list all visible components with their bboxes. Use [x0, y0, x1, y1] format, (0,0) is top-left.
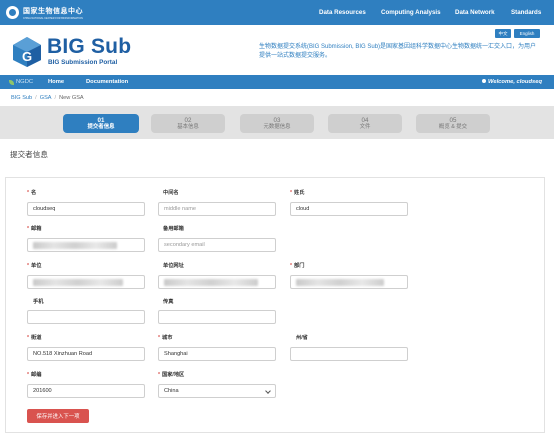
first-name-label: * 名 — [27, 190, 37, 196]
country-select[interactable]: China — [158, 384, 276, 398]
org-url-label: 单位网址 — [163, 263, 184, 269]
nav-computing-analysis[interactable]: Computing Analysis — [381, 0, 441, 25]
state-label: 州/省 — [296, 335, 308, 341]
organization-label: * 单位 — [27, 263, 42, 269]
secondary-email-label: 备用邮箱 — [163, 226, 184, 232]
last-name-input[interactable]: cloud — [290, 202, 408, 216]
department-label: * 部门 — [290, 263, 305, 269]
step-2[interactable]: 02 基本信息 — [151, 114, 225, 133]
step-3[interactable]: 03 元数据信息 — [240, 114, 314, 133]
user-icon — [481, 79, 486, 84]
banner-description: 生物数据提交系统(BIG Submission, BIG Sub)是国家基因组科… — [259, 44, 537, 59]
step-1[interactable]: 01 提交者信息 — [63, 114, 139, 133]
breadcrumb-big-sub[interactable]: BIG Sub — [11, 95, 32, 101]
phone-label: 手机 — [33, 299, 44, 305]
secondary-email-input[interactable]: secondary email — [158, 238, 276, 252]
postal-code-label: * 邮编 — [27, 372, 42, 378]
country-value: China — [164, 388, 179, 394]
nav-bar: NGDC Home Documentation Welcome, cloudse… — [0, 75, 554, 89]
app-title: BIG Sub — [47, 35, 132, 58]
big-sub-logo-icon[interactable]: G — [11, 36, 43, 68]
app-subtitle: BIG Submission Portal — [48, 59, 118, 66]
ngdc-label: NGDC — [16, 79, 34, 85]
city-label: * 城市 — [158, 335, 173, 341]
save-next-button[interactable]: 保存并进入下一项 — [27, 409, 89, 423]
city-input[interactable]: Shanghai — [158, 347, 276, 361]
redacted-org-url — [164, 278, 258, 286]
step-5[interactable]: 05 概览 & 提交 — [416, 114, 490, 133]
org-logo-icon — [6, 6, 19, 19]
nav-data-resources[interactable]: Data Resources — [319, 0, 366, 25]
org-name: 国家生物信息中心 — [23, 7, 83, 15]
welcome-text: Welcome, cloudseq — [487, 79, 542, 85]
breadcrumb-gsa[interactable]: GSA — [40, 95, 52, 101]
breadcrumb: BIG Sub / GSA / New GSA — [11, 95, 84, 101]
step-4[interactable]: 04 文件 — [328, 114, 402, 133]
redacted-department — [296, 278, 384, 286]
middle-name-input[interactable]: middle name — [158, 202, 276, 216]
chevron-down-icon — [265, 388, 271, 394]
phone-input[interactable] — [27, 310, 145, 324]
user-menu[interactable]: Welcome, cloudseq — [481, 79, 542, 85]
lang-zh-button[interactable]: 中文 — [495, 29, 511, 38]
first-name-input[interactable]: cloudseq — [27, 202, 145, 216]
organization-input[interactable] — [27, 275, 145, 289]
fax-label: 传真 — [163, 299, 174, 305]
fax-input[interactable] — [158, 310, 276, 324]
street-label: * 街道 — [27, 335, 42, 341]
email-label: * 邮箱 — [27, 226, 42, 232]
page-title: 提交者信息 — [10, 150, 48, 159]
postal-code-input[interactable]: 201600 — [27, 384, 145, 398]
nav-data-network[interactable]: Data Network — [455, 0, 495, 25]
nav-standards[interactable]: Standards — [511, 0, 541, 25]
redacted-organization — [33, 278, 123, 286]
breadcrumb-current: New GSA — [59, 95, 84, 101]
street-input[interactable]: NO.518 Xinzhuan Road — [27, 347, 145, 361]
lang-en-button[interactable]: English — [514, 29, 540, 38]
department-input[interactable] — [290, 275, 408, 289]
middle-name-label: 中间名 — [163, 190, 179, 196]
org-url-input[interactable] — [158, 275, 276, 289]
state-input[interactable] — [290, 347, 408, 361]
country-label: * 国家/地区 — [158, 372, 185, 378]
nav-home[interactable]: Home — [48, 79, 64, 85]
email-input[interactable] — [27, 238, 145, 252]
org-logo[interactable]: 国家生物信息中心 CHINA NATIONAL CENTER FOR BIOIN… — [6, 6, 83, 20]
redacted-email — [33, 241, 117, 249]
leaf-icon — [9, 79, 14, 85]
ngdc-link[interactable]: NGDC — [9, 79, 33, 85]
org-sub: CHINA NATIONAL CENTER FOR BIOINFORMATION — [23, 16, 83, 20]
logo-letter: G — [22, 49, 32, 64]
last-name-label: * 姓氏 — [290, 190, 305, 196]
nav-documentation[interactable]: Documentation — [86, 79, 128, 85]
